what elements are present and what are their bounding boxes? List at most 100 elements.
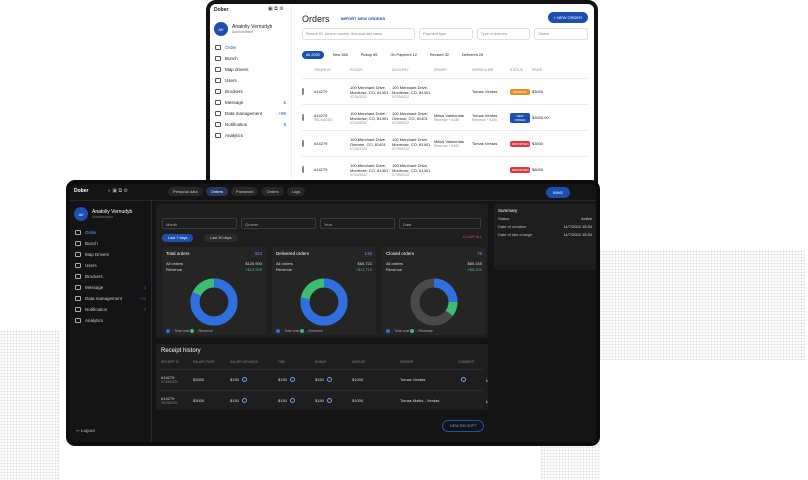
header-checkbox[interactable] [302,68,312,78]
quarter-select[interactable]: Quarter [241,218,316,229]
payment-type-select[interactable]: Payment type [419,28,473,40]
sidebar-item-map-drivers[interactable]: Map Drivers [73,249,148,260]
sidebar-item-users[interactable]: Users [73,260,148,271]
status-chip[interactable]: All 2030 [302,51,324,59]
sidebar-item-message[interactable]: Message 6 [73,282,148,293]
sidebar-item-order[interactable]: Order [73,227,148,238]
pickup-date: 07/24/2022 [350,120,367,125]
edit-icon[interactable] [326,377,332,383]
comment-cell [458,377,486,383]
sidebar-item-users[interactable]: Users [213,75,288,86]
sidebar-item-map-drivers[interactable]: Map drivers [213,64,288,75]
user-profile[interactable]: AV Anatoliy Vernudyb Administrator [210,16,291,42]
status-chip[interactable]: New 365 [329,51,352,59]
table-row[interactable]: #14279 100 Merchant Drive, Ontrose, CO, 8… [302,130,588,156]
sidebar-item-brockers[interactable]: Brockers [73,271,148,282]
table-row[interactable]: #14279 100 Merchant Drive, Montrose, CO, … [302,78,588,104]
table-row[interactable]: #14279 100 Merchant Drive, Montrose, CO, … [302,156,588,182]
sidebar-item-message[interactable]: Message 6 [213,97,288,108]
tab-orders[interactable]: Orders [205,187,228,196]
sender: Tomas Maiks - Verdas [400,398,440,403]
import-orders-link[interactable]: IMPORT NEW ORDERS [341,16,385,21]
sidebar-item-notification[interactable]: Notification 8 [73,304,148,315]
receipt-id: #14279 09/25/2022 [161,396,193,405]
price: $3000 [532,141,544,146]
nav-icon [75,285,81,290]
checkbox-icon [302,166,304,173]
sidebar-item-label: Bunch [85,241,98,246]
dispatcher-cell: Tomas Verdas Revenue + $150 [472,113,508,122]
nav-icon [75,274,81,279]
card-count: 324 [254,251,262,256]
legend-dot [166,329,170,333]
comment-icon[interactable] [461,377,466,383]
column-header: SALARY RATE [193,360,215,364]
edit-icon[interactable] [241,398,247,404]
pickup-date: 07/24/2022 [350,94,367,99]
edit-icon[interactable] [326,398,332,404]
receipt-row[interactable]: #14279 09/25/2022 $3000 $150 $150 $150 $1000 To… [161,390,488,410]
sidebar-item-notification[interactable]: Notification 8 [213,119,288,130]
search-input[interactable]: Search ID, phone number, first and last … [302,28,416,40]
adv-value: $150 [230,397,239,403]
download-icon[interactable]: ⤓ [486,398,496,403]
sidebar-item-data-management[interactable]: Data management +99 [73,293,148,304]
status-chip[interactable]: Pickup 85 [357,51,382,59]
tab-last-30-days[interactable]: Last 30 days [204,234,238,242]
delivery-type-select[interactable]: Type of delivery [476,28,531,40]
edit-icon[interactable] [241,377,247,383]
toolbar-icons[interactable]: ◐ ▣ ⧉ ⚙ [108,188,128,194]
new-receipt-button[interactable]: NEW RECEIPT [442,420,485,432]
sidebar-item-brockers[interactable]: Brockers [213,86,288,97]
toolbar-icons[interactable]: ▣ ⧉ ⚙ [268,6,284,12]
row-checkbox[interactable] [302,88,312,95]
chart-legend: - Total cost - Revenue [166,329,213,333]
logout-button[interactable]: ⇦ Logout [76,428,95,434]
status-chip[interactable]: Delivered 25 [458,51,487,59]
sidebar-item-bunch[interactable]: Bunch [73,238,148,249]
tab-orders[interactable]: Orders [261,187,284,196]
new-order-button[interactable]: + NEW ORDER [547,12,588,23]
column-header: RECEIPT ID [161,360,179,364]
date-input[interactable]: Date [399,218,481,229]
delivery-address: 100 Merchant Drive, Montrose, CO, 81401 [392,84,431,95]
card-revenue: +$10,900 [245,267,262,272]
price: $3000 [532,89,544,94]
sidebar-item-order[interactable]: Order [213,42,288,53]
sidebar-item-data-management[interactable]: Data management +99 [213,108,288,119]
receipt-history: Receipt history RECEIPT ID SALARY RATE SAL… [156,344,488,410]
tab-last-7-days[interactable]: Last 7 days [162,234,194,242]
user-profile[interactable]: AV Anatoliy Vernudyb Administrator [70,201,151,227]
status-chip[interactable]: On Payment 12 [386,51,420,59]
save-button[interactable]: SAVE [545,187,570,198]
status-select[interactable]: Status [534,28,588,40]
card-label: Revenue [276,267,293,272]
profile-tabs: Personal data Orders Password Orders Logs [168,187,306,196]
receipt-row[interactable]: #14279 07/29/2022 $3000 $150 $150 $150 $1000 To… [161,369,488,389]
order-tag: PACKAGED [314,118,333,122]
tab-password[interactable]: Password [230,187,259,196]
table-row[interactable]: #14279 PACKAGED 100 Merchant Drive, Montro… [302,104,588,130]
status-chip[interactable]: Revised 32 [426,51,453,59]
edit-icon[interactable] [289,398,295,404]
row-checkbox[interactable] [302,166,312,173]
sidebar-item-analytics[interactable]: Analytics [73,315,148,326]
row-checkbox[interactable] [302,114,312,121]
row-checkbox[interactable] [302,140,312,147]
download-icon[interactable]: ⤓ [486,377,496,382]
sender: Tomas Verdas [400,377,426,382]
tab-logs[interactable]: Logs [286,187,306,196]
price: $5000 [532,167,544,172]
clear-all-button[interactable]: CLEAR ALL [463,235,482,239]
edit-icon[interactable] [289,377,295,383]
sidebar-item-label: Users [85,263,97,268]
month-select[interactable]: Month [162,218,237,229]
delivery-address: 100 Merchant Drive, Ontrose, CO, 81401 [392,110,429,121]
sidebar-item-analytics[interactable]: Analytics [213,130,288,141]
tab-personal-data[interactable]: Personal data [168,187,203,196]
pickup-cell: 100 Merchant Drive, Montrose, CO, 81401 0… [350,111,390,125]
year-select[interactable]: Year [320,218,395,229]
nav-icon [215,45,221,50]
receipt-id: #14279 07/29/2022 [161,375,193,384]
sidebar-item-bunch[interactable]: Bunch [213,53,288,64]
